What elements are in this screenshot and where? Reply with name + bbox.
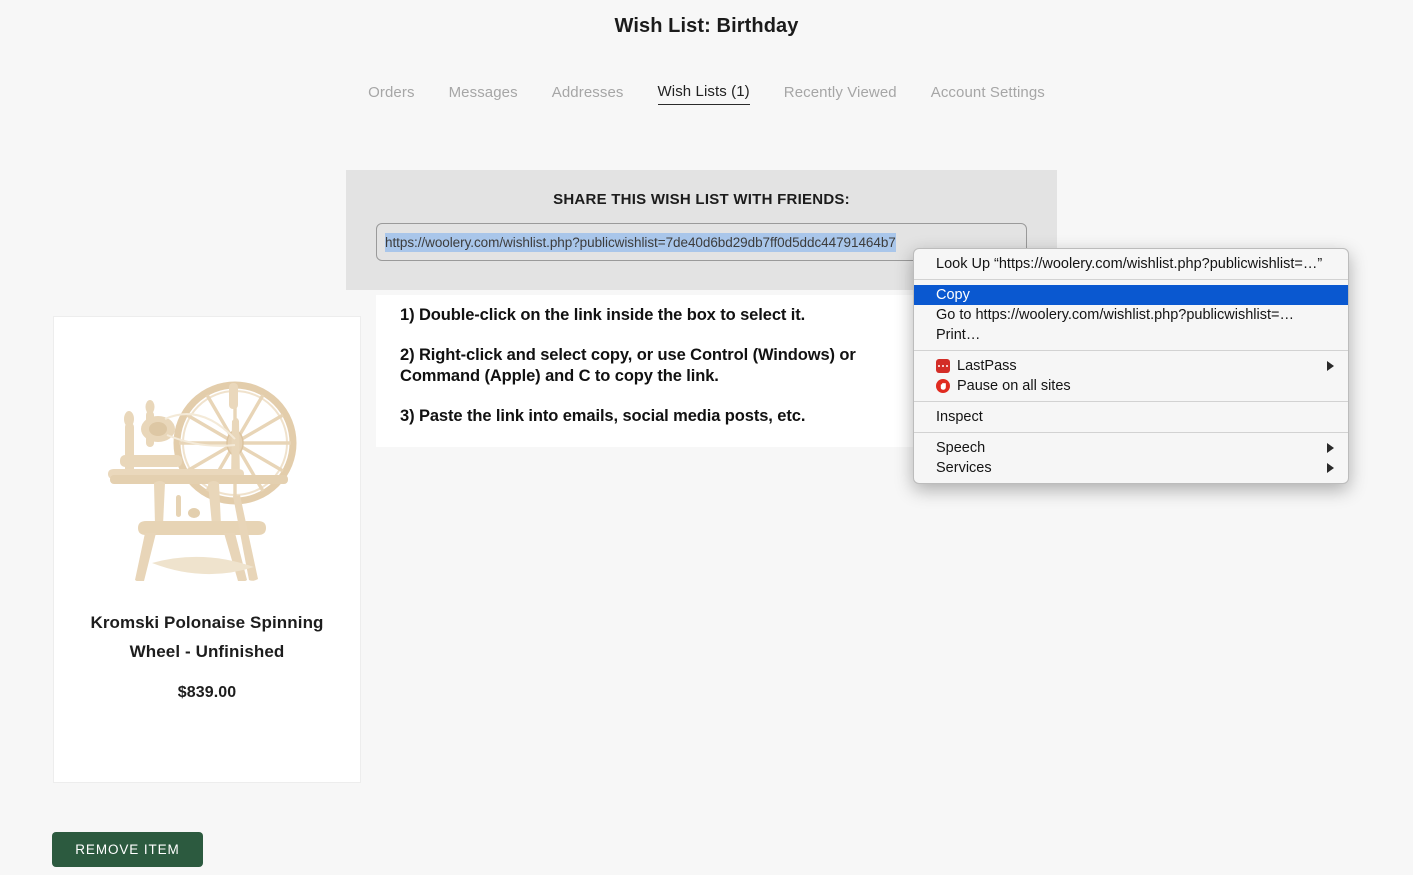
context-menu-item-go-to[interactable]: Go to https://woolery.com/wishlist.php?p… (914, 305, 1348, 325)
context-menu-item-label: Speech (936, 440, 986, 456)
context-menu-item-speech[interactable]: Speech (914, 438, 1348, 458)
submenu-arrow-icon (1327, 463, 1334, 473)
tab-recently-viewed[interactable]: Recently Viewed (784, 84, 897, 105)
context-menu-item-lastpass[interactable]: LastPass (914, 356, 1348, 376)
product-image[interactable] (72, 323, 342, 581)
share-instructions-panel: 1) Double-click on the link inside the b… (376, 295, 916, 447)
share-url-text[interactable]: https://woolery.com/wishlist.php?publicw… (385, 232, 896, 252)
tab-addresses[interactable]: Addresses (552, 84, 624, 105)
instruction-step-3: 3) Paste the link into emails, social me… (400, 407, 806, 425)
tab-messages[interactable]: Messages (449, 84, 518, 105)
product-name[interactable]: Kromski Polonaise Spinning Wheel - Unfin… (54, 608, 360, 666)
context-menu-item-label: LastPass (957, 358, 1017, 374)
context-menu-separator (914, 350, 1348, 351)
context-menu-item-copy[interactable]: Copy (914, 285, 1348, 305)
tab-account-settings[interactable]: Account Settings (931, 84, 1045, 105)
lastpass-icon (936, 359, 950, 373)
account-tabs: Orders Messages Addresses Wish Lists (1)… (0, 81, 1413, 105)
submenu-arrow-icon (1327, 443, 1334, 453)
context-menu-item-label: Pause on all sites (957, 378, 1071, 394)
context-menu-item-label: Services (936, 460, 992, 476)
context-menu-item-services[interactable]: Services (914, 458, 1348, 478)
instruction-step-1: 1) Double-click on the link inside the b… (400, 306, 806, 324)
context-menu[interactable]: Look Up “https://woolery.com/wishlist.ph… (913, 248, 1349, 484)
product-price: $839.00 (177, 684, 237, 701)
context-menu-separator (914, 279, 1348, 280)
pause-icon (936, 379, 950, 393)
instruction-step-2: 2) Right-click and select copy, or use C… (400, 346, 856, 385)
context-menu-item-pause-on-all-sites[interactable]: Pause on all sites (914, 376, 1348, 396)
page-title: Wish List: Birthday (614, 15, 799, 37)
context-menu-separator (914, 432, 1348, 433)
share-heading: SHARE THIS WISH LIST WITH FRIENDS: (553, 191, 850, 208)
context-menu-item-look-up[interactable]: Look Up “https://woolery.com/wishlist.ph… (914, 253, 1348, 274)
submenu-arrow-icon (1327, 361, 1334, 371)
tab-orders[interactable]: Orders (368, 84, 414, 105)
context-menu-item-print[interactable]: Print… (914, 325, 1348, 345)
remove-item-button[interactable]: REMOVE ITEM (52, 832, 203, 867)
context-menu-item-inspect[interactable]: Inspect (914, 407, 1348, 427)
tab-wish-lists[interactable]: Wish Lists (1) (657, 83, 750, 105)
context-menu-separator (914, 401, 1348, 402)
wish-list-item-card[interactable]: Kromski Polonaise Spinning Wheel - Unfin… (53, 316, 361, 783)
